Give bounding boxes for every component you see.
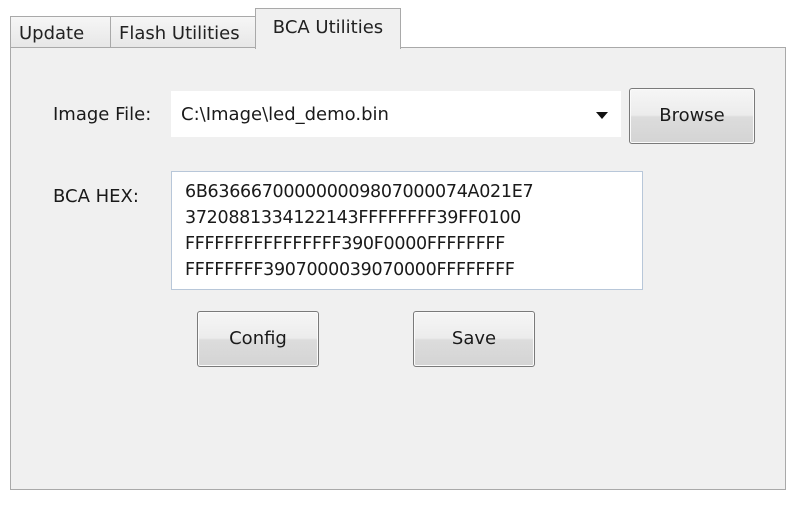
save-button[interactable]: Save [413, 311, 535, 367]
image-file-value: C:\Image\led_demo.bin [181, 104, 389, 125]
image-file-combobox[interactable]: C:\Image\led_demo.bin [171, 91, 621, 137]
bca-hex-textarea[interactable]: 6B636667000000009807000074A021E7 3720881… [171, 171, 643, 290]
bca-hex-line-1: 6B636667000000009807000074A021E7 [185, 182, 534, 202]
bca-hex-label: BCA HEX: [53, 186, 139, 207]
image-file-label: Image File: [53, 104, 152, 125]
bca-hex-line-2: 3720881334122143FFFFFFFF39FF0100 [185, 208, 522, 228]
dropdown-arrow-icon[interactable] [596, 112, 608, 119]
config-button[interactable]: Config [197, 311, 319, 367]
tab-flash-utilities[interactable]: Flash Utilities [110, 16, 256, 49]
bca-utilities-panel: Image File: C:\Image\led_demo.bin Browse… [10, 47, 786, 490]
bca-hex-line-4: FFFFFFFF3907000039070000FFFFFFFF [185, 260, 515, 280]
tab-bca-utilities[interactable]: BCA Utilities [255, 8, 401, 49]
browse-button[interactable]: Browse [629, 88, 755, 144]
bca-utilities-window: Update Flash Utilities BCA Utilities Ima… [0, 0, 795, 517]
tab-update[interactable]: Update [10, 16, 111, 49]
bca-hex-line-3: FFFFFFFFFFFFFFFF390F0000FFFFFFFF [185, 234, 505, 254]
